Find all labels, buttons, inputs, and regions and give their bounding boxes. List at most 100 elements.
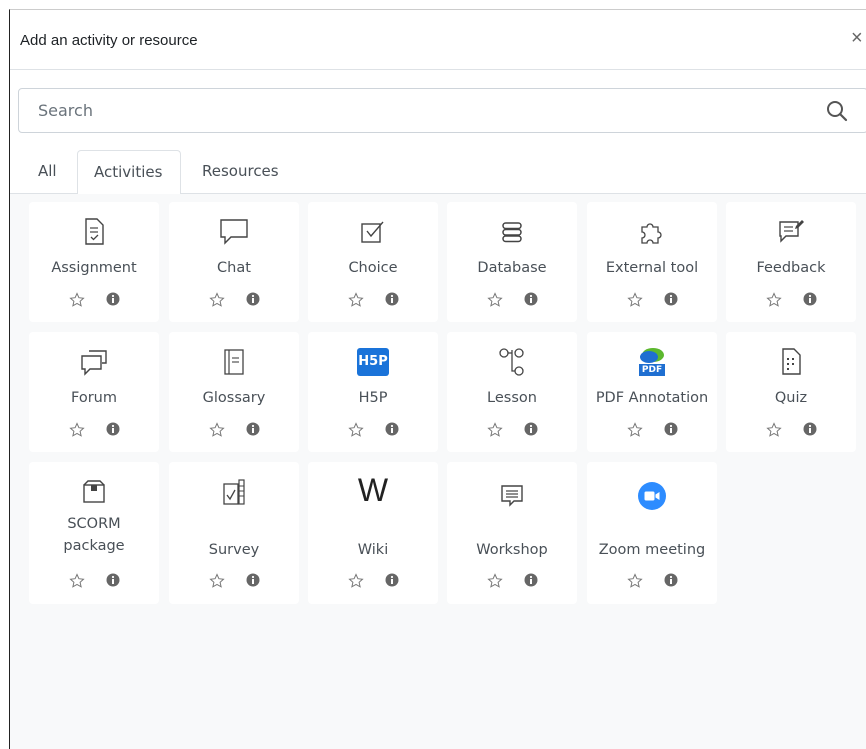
info-icon[interactable] bbox=[524, 573, 538, 587]
pdf-annotation-icon: PDF bbox=[587, 346, 717, 378]
info-icon[interactable] bbox=[664, 292, 678, 306]
activity-label: Wiki bbox=[357, 542, 389, 558]
info-icon[interactable] bbox=[803, 292, 817, 306]
activity-card-quiz[interactable]: Quiz bbox=[726, 332, 856, 452]
activity-card-workshop[interactable]: Workshop bbox=[447, 462, 577, 604]
zoom-camera-icon bbox=[587, 480, 717, 512]
activity-label: H5P bbox=[358, 390, 388, 406]
activity-label: Forum bbox=[71, 390, 117, 406]
info-icon[interactable] bbox=[246, 292, 260, 306]
star-icon[interactable] bbox=[348, 573, 364, 589]
star-icon[interactable] bbox=[69, 573, 85, 589]
scorm-package-icon bbox=[29, 476, 159, 508]
info-icon[interactable] bbox=[106, 573, 120, 587]
activities-grid: Assignment Chat Choice Database External… bbox=[10, 194, 866, 749]
star-icon[interactable] bbox=[487, 292, 503, 308]
activity-label-line-2: package bbox=[63, 538, 125, 554]
workshop-icon bbox=[447, 480, 577, 512]
star-icon[interactable] bbox=[69, 422, 85, 438]
database-icon bbox=[447, 216, 577, 248]
wiki-logo-text: W bbox=[357, 472, 389, 508]
assignment-icon bbox=[29, 216, 159, 248]
star-icon[interactable] bbox=[348, 292, 364, 308]
info-icon[interactable] bbox=[246, 573, 260, 587]
activity-card-external-tool[interactable]: External tool bbox=[587, 202, 717, 322]
info-icon[interactable] bbox=[385, 573, 399, 587]
quiz-icon bbox=[726, 346, 856, 378]
info-icon[interactable] bbox=[385, 422, 399, 436]
activity-label: Feedback bbox=[756, 260, 826, 276]
info-icon[interactable] bbox=[664, 573, 678, 587]
glossary-icon bbox=[169, 346, 299, 378]
search-box bbox=[18, 88, 866, 133]
info-icon[interactable] bbox=[803, 422, 817, 436]
activity-label: Survey bbox=[208, 542, 260, 558]
star-icon[interactable] bbox=[627, 292, 643, 308]
activity-label: Lesson bbox=[487, 390, 537, 406]
h5p-icon: H5P bbox=[308, 346, 438, 378]
search-icon[interactable] bbox=[825, 99, 849, 123]
info-icon[interactable] bbox=[106, 422, 120, 436]
activity-card-glossary[interactable]: Glossary bbox=[169, 332, 299, 452]
star-icon[interactable] bbox=[766, 292, 782, 308]
choice-icon bbox=[308, 216, 438, 248]
activity-label: Glossary bbox=[202, 390, 266, 406]
activity-card-forum[interactable]: Forum bbox=[29, 332, 159, 452]
activity-card-chat[interactable]: Chat bbox=[169, 202, 299, 322]
info-icon[interactable] bbox=[106, 292, 120, 306]
info-icon[interactable] bbox=[524, 422, 538, 436]
activity-label: Database bbox=[477, 260, 547, 276]
info-icon[interactable] bbox=[246, 422, 260, 436]
activity-label: Quiz bbox=[774, 390, 808, 406]
star-icon[interactable] bbox=[487, 573, 503, 589]
puzzle-icon bbox=[587, 216, 717, 248]
star-icon[interactable] bbox=[209, 573, 225, 589]
star-icon[interactable] bbox=[627, 422, 643, 438]
activity-label: Workshop bbox=[476, 542, 548, 558]
pdf-logo-text: PDF bbox=[639, 364, 665, 376]
activity-card-zoom-meeting[interactable]: Zoom meeting bbox=[587, 462, 717, 604]
activity-card-assignment[interactable]: Assignment bbox=[29, 202, 159, 322]
activity-card-feedback[interactable]: Feedback bbox=[726, 202, 856, 322]
activity-card-survey[interactable]: Survey bbox=[169, 462, 299, 604]
info-icon[interactable] bbox=[664, 422, 678, 436]
activity-card-pdf-annotation[interactable]: PDF PDF Annotation bbox=[587, 332, 717, 452]
tab-resources[interactable]: Resources bbox=[195, 150, 295, 194]
star-icon[interactable] bbox=[69, 292, 85, 308]
info-icon[interactable] bbox=[524, 292, 538, 306]
modal-title: Add an activity or resource bbox=[20, 32, 198, 49]
activity-card-lesson[interactable]: Lesson bbox=[447, 332, 577, 452]
search-input[interactable] bbox=[19, 89, 809, 132]
activity-label: Assignment bbox=[51, 260, 137, 276]
info-icon[interactable] bbox=[385, 292, 399, 306]
close-icon[interactable]: × bbox=[851, 28, 863, 48]
activity-label: External tool bbox=[605, 260, 699, 276]
modal-header: Add an activity or resource × bbox=[10, 10, 866, 70]
activity-chooser-modal: Add an activity or resource × All Activi… bbox=[9, 9, 866, 749]
activity-label: Choice bbox=[348, 260, 398, 276]
star-icon[interactable] bbox=[348, 422, 364, 438]
activity-label: PDF Annotation bbox=[595, 390, 709, 406]
star-icon[interactable] bbox=[209, 292, 225, 308]
lesson-icon bbox=[447, 346, 577, 378]
activity-label: Zoom meeting bbox=[598, 542, 706, 558]
star-icon[interactable] bbox=[487, 422, 503, 438]
tab-activities[interactable]: Activities bbox=[77, 150, 181, 195]
activity-card-wiki[interactable]: W Wiki bbox=[308, 462, 438, 604]
activity-card-scorm-package[interactable]: SCORM package bbox=[29, 462, 159, 604]
activity-card-database[interactable]: Database bbox=[447, 202, 577, 322]
chooser-tabs: All Activities Resources bbox=[10, 150, 866, 195]
star-icon[interactable] bbox=[627, 573, 643, 589]
star-icon[interactable] bbox=[766, 422, 782, 438]
tab-all[interactable]: All bbox=[29, 150, 69, 194]
survey-icon bbox=[169, 476, 299, 508]
activity-label-line-1: SCORM bbox=[67, 516, 121, 532]
wiki-icon: W bbox=[308, 472, 438, 508]
feedback-icon bbox=[726, 216, 856, 248]
star-icon[interactable] bbox=[209, 422, 225, 438]
forum-icon bbox=[29, 346, 159, 378]
activity-card-choice[interactable]: Choice bbox=[308, 202, 438, 322]
h5p-logo-text: H5P bbox=[357, 348, 389, 376]
activity-label: Chat bbox=[217, 260, 251, 276]
activity-card-h5p[interactable]: H5P H5P bbox=[308, 332, 438, 452]
